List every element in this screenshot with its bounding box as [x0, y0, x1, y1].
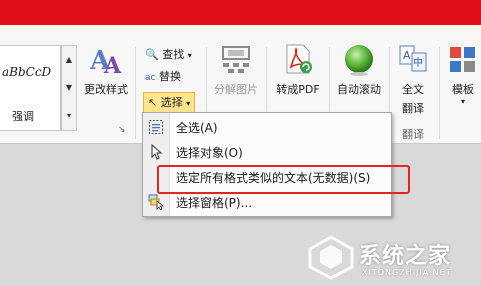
highlight-callout — [157, 165, 410, 194]
to-pdf-label: 转成PDF — [276, 83, 320, 96]
chevron-down-icon: ▾ — [460, 97, 465, 106]
chevron-down-icon: ▾ — [186, 99, 191, 108]
styles-launcher-icon[interactable]: ↘ — [118, 125, 126, 135]
translate-icon: A 中 — [397, 43, 429, 77]
find-icon: 🔍 — [145, 48, 159, 61]
style-gallery[interactable]: aBbCcD 强调 — [0, 45, 61, 131]
menu-item-select-objects[interactable]: 选择对象(O) — [143, 140, 391, 164]
replace-button[interactable]: ac 替换 — [145, 68, 181, 84]
scroll-down-icon[interactable]: ▼ — [62, 74, 76, 102]
select-button[interactable]: ↖ 选择 ▾ — [143, 92, 196, 113]
gallery-scroll[interactable]: ▲ ▼ ▾ — [61, 45, 77, 131]
watermark-logo-icon — [308, 235, 354, 280]
svg-text:A: A — [403, 49, 411, 62]
pdf-icon — [282, 43, 314, 77]
svg-text:A: A — [103, 53, 122, 77]
divider — [135, 47, 136, 139]
selection-pane-icon — [148, 194, 165, 211]
replace-icon: ac — [145, 73, 156, 83]
auto-scroll-button[interactable]: 自动滚动 — [332, 43, 386, 97]
menu-item-select-all[interactable]: 全选(A) — [143, 115, 391, 139]
full-translate-button[interactable]: A 中 全文 翻译 — [393, 43, 433, 116]
template-label: 模板 — [452, 83, 474, 96]
pointer-icon — [148, 143, 164, 160]
cursor-icon: ↖ — [148, 96, 158, 109]
replace-label: 替换 — [158, 70, 181, 83]
watermark-title: 系统之家 — [359, 244, 452, 269]
full-translate-label-2: 翻译 — [402, 102, 424, 115]
full-translate-label-1: 全文 — [402, 83, 424, 96]
translate-group-label: 翻译 — [402, 128, 424, 141]
auto-scroll-icon — [343, 43, 375, 77]
template-button[interactable]: 模板 ▾ — [446, 43, 480, 106]
menu-item-label: 全选(A) — [176, 121, 218, 135]
divider — [439, 47, 440, 139]
auto-scroll-label: 自动滚动 — [337, 83, 381, 96]
gallery-more-icon[interactable]: ▾ — [62, 102, 76, 130]
change-styles-label: 更改样式 — [84, 83, 128, 96]
find-label: 查找 — [162, 48, 185, 61]
select-all-icon — [148, 119, 164, 135]
watermark: 系统之家 XITONGZHIJIA.NET — [306, 230, 481, 286]
chevron-down-icon: ▾ — [187, 51, 192, 60]
scroll-up-icon[interactable]: ▲ — [62, 46, 76, 74]
change-styles-button[interactable]: A A 更改样式 — [80, 43, 132, 97]
style-name[interactable]: 强调 — [12, 108, 34, 124]
select-label: 选择 — [160, 96, 183, 109]
template-icon — [447, 43, 479, 77]
title-bar — [0, 0, 481, 25]
svg-text:中: 中 — [413, 56, 423, 69]
to-pdf-button[interactable]: 转成PDF — [270, 43, 326, 97]
find-button[interactable]: 🔍 查找 ▾ — [145, 46, 192, 62]
style-sample: aBbCcD — [2, 65, 52, 79]
change-styles-icon: A A — [89, 43, 122, 79]
menu-item-label: 选择窗格(P)... — [176, 196, 253, 210]
watermark-url: XITONGZHIJIA.NET — [362, 268, 452, 277]
split-image-label: 分解图片 — [214, 83, 258, 96]
split-image-button[interactable]: 分解图片 — [210, 43, 262, 97]
split-image-icon — [220, 43, 252, 77]
menu-item-label: 选择对象(O) — [176, 146, 243, 160]
